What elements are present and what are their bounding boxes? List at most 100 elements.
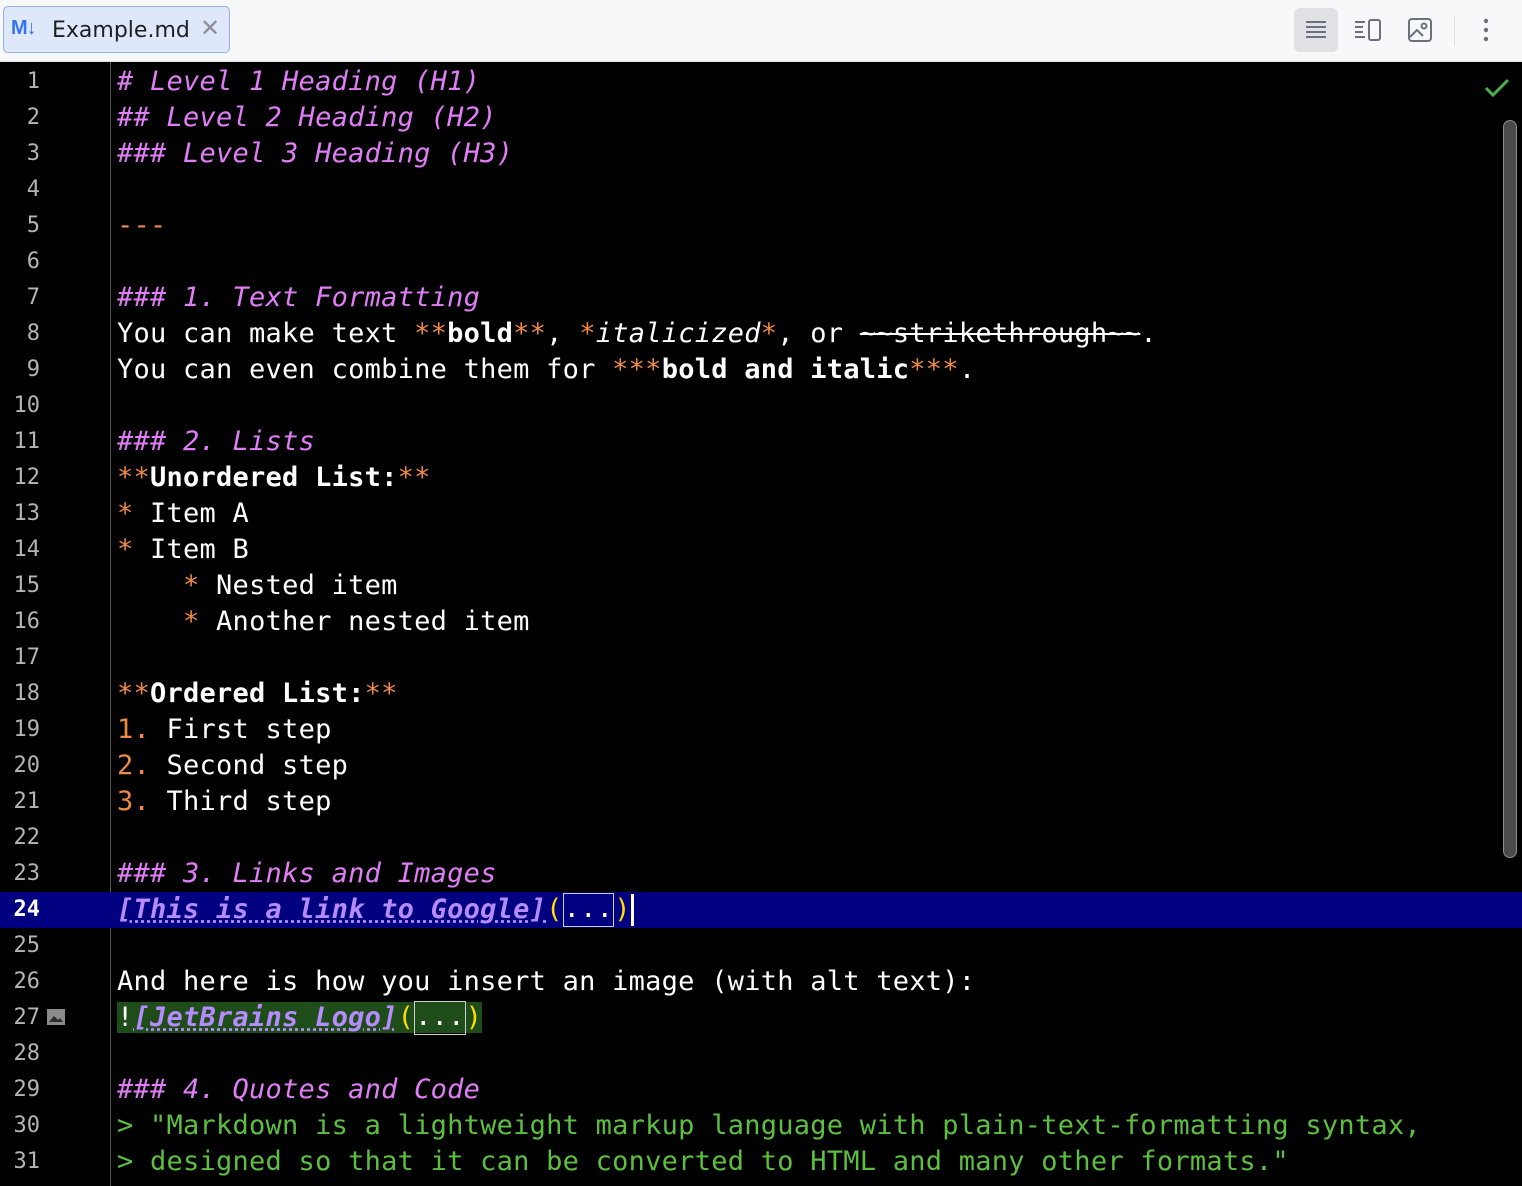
text-segment: ) [614,894,631,925]
text-segment: Item B [133,534,250,565]
markup-marker: ** [364,678,398,709]
line-number: 30 [13,1113,41,1138]
markup-marker: ** [414,318,448,349]
text-caret [630,894,634,926]
line-number: 2 [26,105,40,130]
line-number: 7 [26,285,40,310]
code-line[interactable]: 18 **Ordered List:** [0,676,1522,712]
line-text: 1. First step [117,712,332,748]
text-segment: ~~strikethrough~~ [859,318,1141,349]
line-number: 4 [26,177,40,202]
markup-marker: 3. [117,786,151,817]
heading-text: ## Level 2 Heading (H2) [117,102,497,133]
line-number: 12 [13,465,41,490]
code-line[interactable]: 2 ## Level 2 Heading (H2) [0,100,1522,136]
line-number: 25 [13,933,41,958]
code-line[interactable]: 8 You can make text **bold**, *italicized… [0,316,1522,352]
code-line[interactable]: 21 3. Third step [0,784,1522,820]
line-number: 6 [26,249,40,274]
line-number: 29 [13,1077,41,1102]
split-view-button[interactable] [1346,8,1390,52]
line-number: 10 [13,393,41,418]
code-line[interactable]: 26 And here is how you insert an image (w… [0,964,1522,1000]
code-line[interactable]: 11 ### 2. Lists [0,424,1522,460]
line-number: 24 [13,897,41,922]
text-segment: And here is how you insert an image (wit… [117,966,976,997]
markdown-editor[interactable]: 1 # Level 1 Heading (H1) 2 ## Level 2 Headi… [0,62,1522,1186]
code-line[interactable]: 31 > designed so that it can be converted… [0,1144,1522,1180]
toolbar-divider [1454,16,1455,46]
text-segment: . [958,354,976,385]
line-number: 21 [13,789,41,814]
markup-marker: ** [117,678,151,709]
heading-text: ### 3. Links and Images [117,858,497,889]
link-text[interactable]: [JetBrains Logo] [134,1002,398,1033]
editor-only-button[interactable] [1294,8,1338,52]
text-segment: italicized [595,318,761,349]
code-line[interactable]: 7 ### 1. Text Formatting [0,280,1522,316]
image-icon[interactable] [46,1008,66,1026]
line-number: 28 [13,1041,41,1066]
line-number: 13 [13,501,41,526]
code-line[interactable]: 9 You can even combine them for ***bold a… [0,352,1522,388]
code-line[interactable]: 20 2. Second step [0,748,1522,784]
code-line[interactable]: 4 [0,172,1522,208]
code-line[interactable]: 3 ### Level 3 Heading (H3) [0,136,1522,172]
code-line[interactable]: 14 * Item B [0,532,1522,568]
code-line[interactable]: 19 1. First step [0,712,1522,748]
line-text: ### 3. Links and Images [117,856,497,892]
line-text: You can even combine them for ***bold an… [117,352,975,388]
markup-marker: * [579,318,596,349]
code-line[interactable]: 10 [0,388,1522,424]
line-text: # Level 1 Heading (H1) [117,64,480,100]
line-text: * Another nested item [117,604,530,640]
text-segment: Ordered List: [150,678,365,709]
text-segment: bold and italic [661,354,910,385]
code-line[interactable]: 12 **Unordered List:** [0,460,1522,496]
markup-marker: --- [117,210,167,241]
editor-tab-bar: M↓ Example.md ✕ [0,0,1522,62]
more-options-button[interactable] [1464,8,1508,52]
line-number: 31 [13,1149,41,1174]
line-text: * Item A [117,496,249,532]
code-line[interactable]: 15 * Nested item [0,568,1522,604]
code-line[interactable]: 6 [0,244,1522,280]
text-segment: ( [397,1002,415,1033]
code-line[interactable]: 27 ![JetBrains Logo](...) [0,1000,1522,1036]
code-line[interactable]: 1 # Level 1 Heading (H1) [0,64,1522,100]
tab-example-md[interactable]: M↓ Example.md ✕ [3,6,230,53]
line-number: 27 [13,1005,41,1030]
folded-url-placeholder[interactable]: ... [562,893,615,927]
line-number: 26 [13,969,41,994]
line-number: 11 [13,429,41,454]
line-number: 17 [13,645,41,670]
link-text[interactable]: [This is a link to Google] [117,894,546,925]
line-number: 14 [13,537,41,562]
editor-only-icon [1306,21,1326,38]
code-line[interactable]: 25 [0,928,1522,964]
code-line[interactable]: 5 --- [0,208,1522,244]
line-number: 18 [13,681,41,706]
line-text: [This is a link to Google](...) [117,892,634,928]
text-segment: . [1140,318,1157,349]
code-line[interactable]: 13 * Item A [0,496,1522,532]
line-text: 3. Third step [117,784,332,820]
close-icon[interactable]: ✕ [200,14,220,42]
blockquote-text: > designed so that it can be converted t… [117,1146,1289,1177]
code-line[interactable]: 28 [0,1036,1522,1072]
line-number: 1 [26,69,40,94]
code-line[interactable]: 29 ### 4. Quotes and Code [0,1072,1522,1108]
line-number: 15 [13,573,41,598]
code-line[interactable]: 16 * Another nested item [0,604,1522,640]
code-line[interactable]: 23 ### 3. Links and Images [0,856,1522,892]
folded-url-placeholder[interactable]: ... [414,1001,466,1035]
line-text: And here is how you insert an image (wit… [117,964,975,1000]
code-line[interactable]: 30 > "Markdown is a lightweight markup la… [0,1108,1522,1144]
code-line[interactable]: 17 [0,640,1522,676]
current-line[interactable]: 24 [This is a link to Google](...) [0,892,1522,928]
line-number: 9 [26,357,40,382]
text-segment: Unordered List: [150,462,398,493]
markup-marker: * [117,534,134,565]
code-line[interactable]: 22 [0,820,1522,856]
preview-only-button[interactable] [1398,8,1442,52]
